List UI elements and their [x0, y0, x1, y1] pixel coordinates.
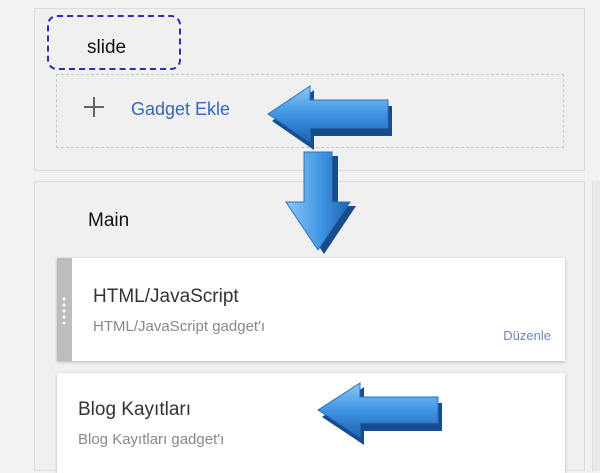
- gadget-card-blog-posts[interactable]: Blog Kayıtları Blog Kayıtları gadget'ı: [57, 373, 565, 473]
- gadget-card-html-javascript[interactable]: HTML/JavaScript HTML/JavaScript gadget'ı…: [57, 258, 565, 361]
- right-column-edge: [592, 181, 600, 471]
- section-main: Main HTML/JavaScript HTML/JavaScript gad…: [34, 181, 585, 473]
- drag-handle-icon[interactable]: [57, 258, 72, 361]
- edit-link[interactable]: Düzenle: [503, 328, 551, 343]
- section-title-slide: slide: [87, 37, 127, 58]
- add-gadget-button[interactable]: Gadget Ekle: [56, 74, 564, 148]
- gadget-title: Blog Kayıtları: [78, 399, 191, 420]
- section-title-main: Main: [88, 210, 130, 231]
- plus-icon: [83, 96, 105, 118]
- gadget-title: HTML/JavaScript: [93, 286, 239, 307]
- section-slide: slide Gadget Ekle: [34, 8, 585, 171]
- add-gadget-label[interactable]: Gadget Ekle: [131, 99, 230, 120]
- drag-dots-icon: [62, 296, 66, 326]
- gadget-subtitle: HTML/JavaScript gadget'ı: [93, 318, 266, 335]
- gadget-subtitle: Blog Kayıtları gadget'ı: [78, 431, 225, 448]
